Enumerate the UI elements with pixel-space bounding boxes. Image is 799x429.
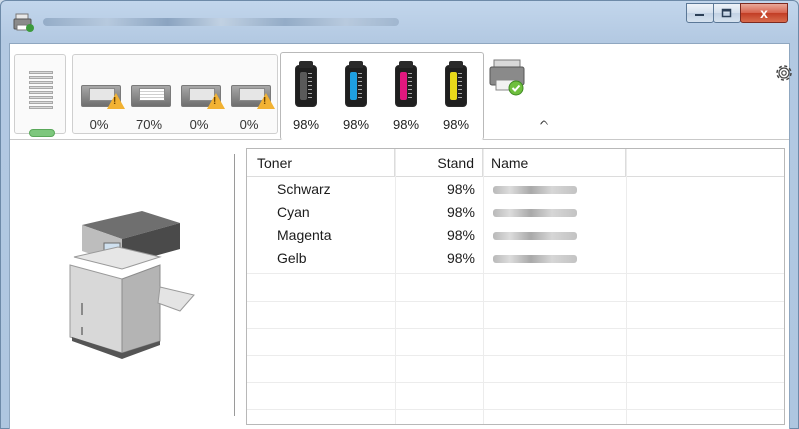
warning-icon: !	[257, 93, 275, 109]
status-group[interactable]	[14, 54, 66, 137]
toner-magenta-icon[interactable]	[395, 61, 417, 107]
toner-level-cell: 98%	[446, 181, 475, 197]
tray-level: 0%	[239, 117, 259, 132]
maximize-icon	[721, 8, 732, 18]
close-button[interactable]: x	[740, 3, 788, 23]
pane-splitter[interactable]	[234, 154, 235, 416]
maximize-button[interactable]	[713, 3, 741, 23]
paper-tray-4[interactable]: !	[231, 79, 275, 109]
device-image-pane	[10, 141, 236, 429]
window-title	[43, 18, 399, 26]
minimize-button[interactable]	[686, 3, 714, 23]
table-header: Toner Stand Name	[247, 149, 784, 177]
printer-status-window: x ! ! ! 0% 70% 0% 0% 98% 98% 98% 98% ᨈ T…	[0, 0, 799, 429]
toner-level: 98%	[442, 117, 470, 132]
client-area: ! ! ! 0% 70% 0% 0% 98% 98% 98% 98% ᨈ Ton…	[9, 43, 792, 429]
window-controls: x	[686, 3, 788, 25]
toner-table: Toner Stand Name Schwarz 98% Cyan 98% Ma…	[246, 148, 785, 425]
tray-level: 0%	[89, 117, 109, 132]
toner-name-cell: Magenta	[277, 227, 332, 243]
empty-row	[247, 356, 784, 383]
toner-level-cell: 98%	[446, 227, 475, 243]
warning-icon: !	[107, 93, 125, 109]
redacted-name-cell	[493, 186, 577, 194]
paper-tray-1[interactable]: !	[81, 79, 125, 109]
title-bar[interactable]: x	[1, 1, 798, 43]
printer-check-icon[interactable]	[488, 56, 528, 98]
toner-name-cell: Cyan	[277, 204, 310, 220]
toner-level: 98%	[392, 117, 420, 132]
toner-yellow-icon[interactable]	[445, 61, 467, 107]
paper-tray-3[interactable]: !	[181, 79, 225, 109]
toner-level: 98%	[292, 117, 320, 132]
printer-device-image	[69, 211, 195, 359]
redacted-name-cell	[493, 255, 577, 263]
paper-stack-icon	[29, 71, 55, 117]
column-header-toner[interactable]: Toner	[247, 149, 395, 177]
table-row[interactable]: Gelb 98%	[247, 247, 784, 274]
status-toolbar: ! ! ! 0% 70% 0% 0% 98% 98% 98% 98% ᨈ	[10, 44, 792, 140]
collapse-toggle-icon[interactable]: ᨈ	[540, 116, 549, 129]
empty-row	[247, 302, 784, 329]
empty-row	[247, 383, 784, 410]
toner-level-cell: 98%	[446, 204, 475, 220]
tray-level: 70%	[135, 117, 163, 132]
column-header-name[interactable]: Name	[483, 149, 626, 177]
warning-icon: !	[207, 93, 225, 109]
close-icon: x	[760, 5, 768, 21]
redacted-name-cell	[493, 232, 577, 240]
tray-level: 0%	[189, 117, 209, 132]
status-indicator	[29, 129, 55, 137]
toner-level: 98%	[342, 117, 370, 132]
redacted-name-cell	[493, 209, 577, 217]
toner-group[interactable]: 98% 98% 98% 98%	[280, 52, 484, 140]
empty-row	[247, 275, 784, 302]
paper-tray-2[interactable]	[131, 79, 173, 109]
empty-row	[247, 329, 784, 356]
toner-cyan-icon[interactable]	[345, 61, 367, 107]
toner-name-cell: Gelb	[277, 250, 307, 266]
gear-icon[interactable]	[773, 62, 795, 84]
toner-name-cell: Schwarz	[277, 181, 331, 197]
printer-app-icon	[13, 13, 34, 32]
column-header-stand[interactable]: Stand	[395, 149, 483, 177]
minimize-icon	[695, 14, 704, 16]
toner-level-cell: 98%	[446, 250, 475, 266]
toner-black-icon[interactable]	[295, 61, 317, 107]
